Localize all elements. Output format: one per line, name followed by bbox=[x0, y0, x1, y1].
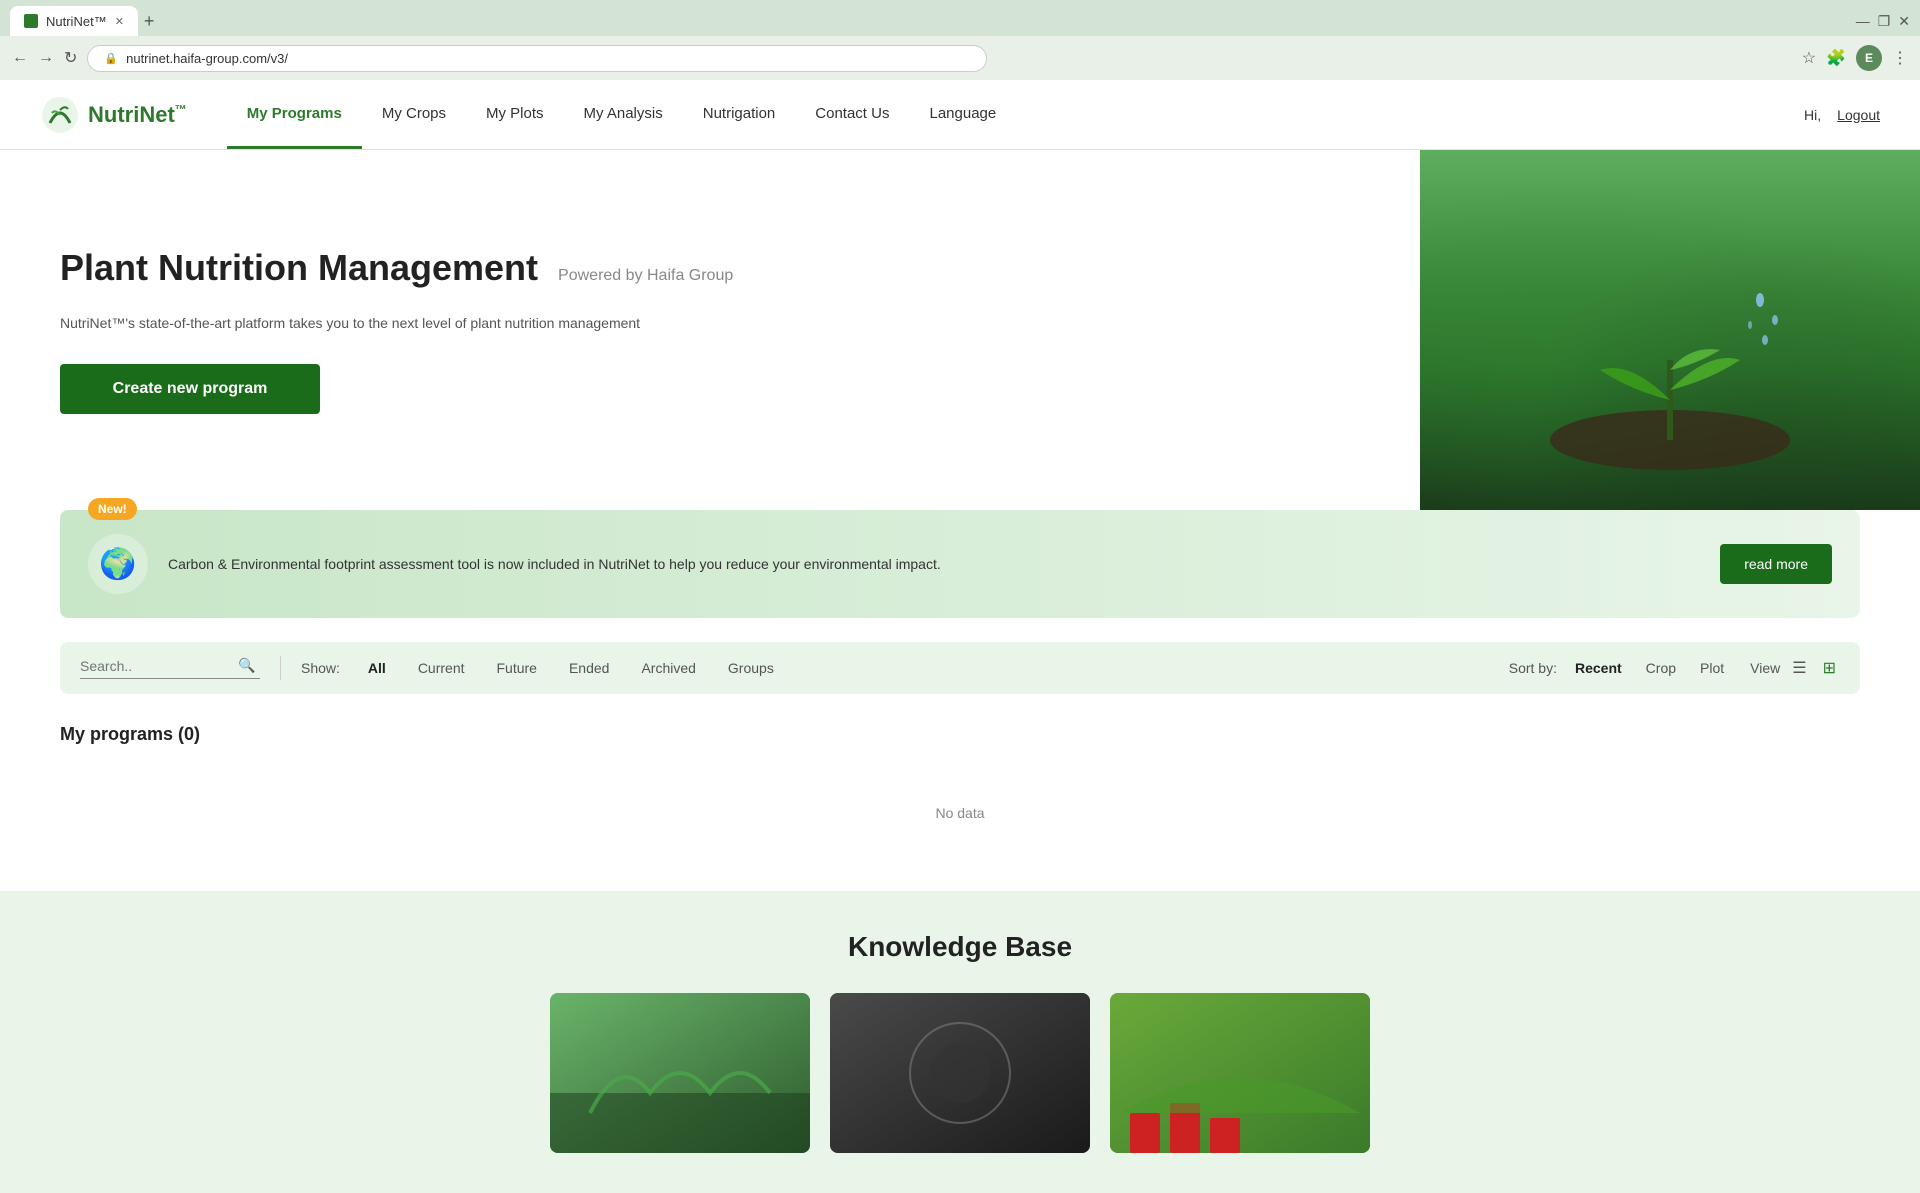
tab-bar: NutriNet™ ✕ + — ❐ ✕ bbox=[0, 0, 1920, 36]
window-controls: — ❐ ✕ bbox=[1856, 13, 1910, 30]
logo-svg bbox=[40, 95, 80, 135]
logout-link[interactable]: Logout bbox=[1837, 107, 1880, 123]
new-feature-banner: New! 🌍 Carbon & Environmental footprint … bbox=[60, 510, 1860, 618]
back-button[interactable]: ← bbox=[12, 49, 28, 67]
knowledge-card-1[interactable] bbox=[550, 993, 810, 1153]
filter-bar: 🔍 Show: All Current Future Ended Archive… bbox=[60, 642, 1860, 694]
close-button[interactable]: ✕ bbox=[1898, 13, 1910, 30]
new-badge: New! bbox=[88, 498, 137, 520]
search-icon: 🔍 bbox=[238, 657, 255, 674]
greeting-text: Hi, bbox=[1804, 107, 1821, 123]
nav-my-programs[interactable]: My Programs bbox=[227, 80, 362, 149]
nav-nutrigation[interactable]: Nutrigation bbox=[683, 80, 796, 149]
tab-favicon bbox=[24, 14, 38, 28]
programs-section: My programs (0) No data bbox=[60, 724, 1860, 891]
filter-groups[interactable]: Groups bbox=[720, 656, 782, 680]
sort-recent[interactable]: Recent bbox=[1569, 656, 1628, 680]
banner-text: Carbon & Environmental footprint assessm… bbox=[168, 554, 1700, 575]
logo-text: NutriNet™ bbox=[88, 102, 187, 128]
browser-chrome: NutriNet™ ✕ + — ❐ ✕ ← → ↻ 🔒 nutrinet.hai… bbox=[0, 0, 1920, 80]
sort-plot[interactable]: Plot bbox=[1694, 656, 1730, 680]
hero-title: Plant Nutrition Management Powered by Ha… bbox=[60, 247, 1360, 289]
filter-current[interactable]: Current bbox=[410, 656, 473, 680]
filter-ended[interactable]: Ended bbox=[561, 656, 617, 680]
show-label: Show: bbox=[301, 660, 340, 676]
tab-close-button[interactable]: ✕ bbox=[115, 15, 124, 28]
main-nav: My Programs My Crops My Plots My Analysi… bbox=[227, 80, 1016, 149]
bookmark-icon[interactable]: ☆ bbox=[1802, 48, 1816, 68]
nav-my-crops[interactable]: My Crops bbox=[362, 80, 466, 149]
knowledge-base-section: Knowledge Base bbox=[0, 891, 1920, 1193]
address-bar-row: ← → ↻ 🔒 nutrinet.haifa-group.com/v3/ ☆ 🧩… bbox=[0, 36, 1920, 80]
url-text: nutrinet.haifa-group.com/v3/ bbox=[126, 51, 288, 66]
hero-image bbox=[1420, 150, 1920, 510]
search-input[interactable] bbox=[80, 658, 230, 674]
filter-options: All Current Future Ended Archived Groups bbox=[360, 656, 782, 680]
read-more-button[interactable]: read more bbox=[1720, 544, 1832, 584]
no-data-message: No data bbox=[60, 765, 1860, 861]
create-program-button[interactable]: Create new program bbox=[60, 364, 320, 414]
globe-icon: 🌍 bbox=[88, 534, 148, 594]
knowledge-base-title: Knowledge Base bbox=[60, 931, 1860, 963]
search-box: 🔍 bbox=[80, 657, 260, 679]
logo-area: NutriNet™ bbox=[40, 95, 187, 135]
nav-contact-us[interactable]: Contact Us bbox=[795, 80, 909, 149]
forward-button[interactable]: → bbox=[38, 49, 54, 67]
filter-divider bbox=[280, 656, 281, 680]
hero-content: Plant Nutrition Management Powered by Ha… bbox=[0, 150, 1420, 510]
new-tab-button[interactable]: + bbox=[144, 11, 155, 32]
minimize-button[interactable]: — bbox=[1856, 13, 1870, 29]
reload-button[interactable]: ↻ bbox=[64, 48, 77, 68]
hero-section: Plant Nutrition Management Powered by Ha… bbox=[0, 150, 1920, 510]
nav-my-plots[interactable]: My Plots bbox=[466, 80, 564, 149]
knowledge-cards bbox=[60, 993, 1860, 1153]
sort-label: Sort by: bbox=[1509, 660, 1557, 676]
hero-subtitle: Powered by Haifa Group bbox=[558, 267, 733, 284]
main-content: New! 🌍 Carbon & Environmental footprint … bbox=[0, 510, 1920, 891]
nav-language[interactable]: Language bbox=[909, 80, 1016, 149]
address-bar[interactable]: 🔒 nutrinet.haifa-group.com/v3/ bbox=[87, 45, 987, 72]
app-header: NutriNet™ My Programs My Crops My Plots … bbox=[0, 80, 1920, 150]
grid-view-button[interactable]: ⊞ bbox=[1819, 654, 1840, 682]
profile-avatar[interactable]: E bbox=[1856, 45, 1882, 71]
view-section: View ☰ ⊞ bbox=[1750, 654, 1840, 682]
programs-title: My programs (0) bbox=[60, 724, 1860, 745]
header-right: Hi, Logout bbox=[1804, 107, 1880, 123]
filter-future[interactable]: Future bbox=[489, 656, 545, 680]
view-label: View bbox=[1750, 660, 1780, 676]
maximize-button[interactable]: ❐ bbox=[1878, 13, 1891, 30]
knowledge-card-3[interactable] bbox=[1110, 993, 1370, 1153]
menu-icon[interactable]: ⋮ bbox=[1892, 48, 1908, 68]
tab-title: NutriNet™ bbox=[46, 14, 107, 29]
filter-archived[interactable]: Archived bbox=[633, 656, 703, 680]
sort-crop[interactable]: Crop bbox=[1640, 656, 1682, 680]
list-view-button[interactable]: ☰ bbox=[1788, 654, 1810, 682]
extensions-icon[interactable]: 🧩 bbox=[1826, 48, 1846, 68]
nav-my-analysis[interactable]: My Analysis bbox=[564, 80, 683, 149]
sort-section: Sort by: Recent Crop Plot bbox=[1509, 656, 1730, 680]
lock-icon: 🔒 bbox=[104, 52, 118, 65]
plant-illustration bbox=[1420, 150, 1920, 510]
knowledge-card-2[interactable] bbox=[830, 993, 1090, 1153]
filter-all[interactable]: All bbox=[360, 656, 394, 680]
browser-actions: ☆ 🧩 E ⋮ bbox=[1802, 45, 1908, 71]
active-tab[interactable]: NutriNet™ ✕ bbox=[10, 6, 138, 36]
hero-description: NutriNet™'s state-of-the-art platform ta… bbox=[60, 313, 1360, 334]
